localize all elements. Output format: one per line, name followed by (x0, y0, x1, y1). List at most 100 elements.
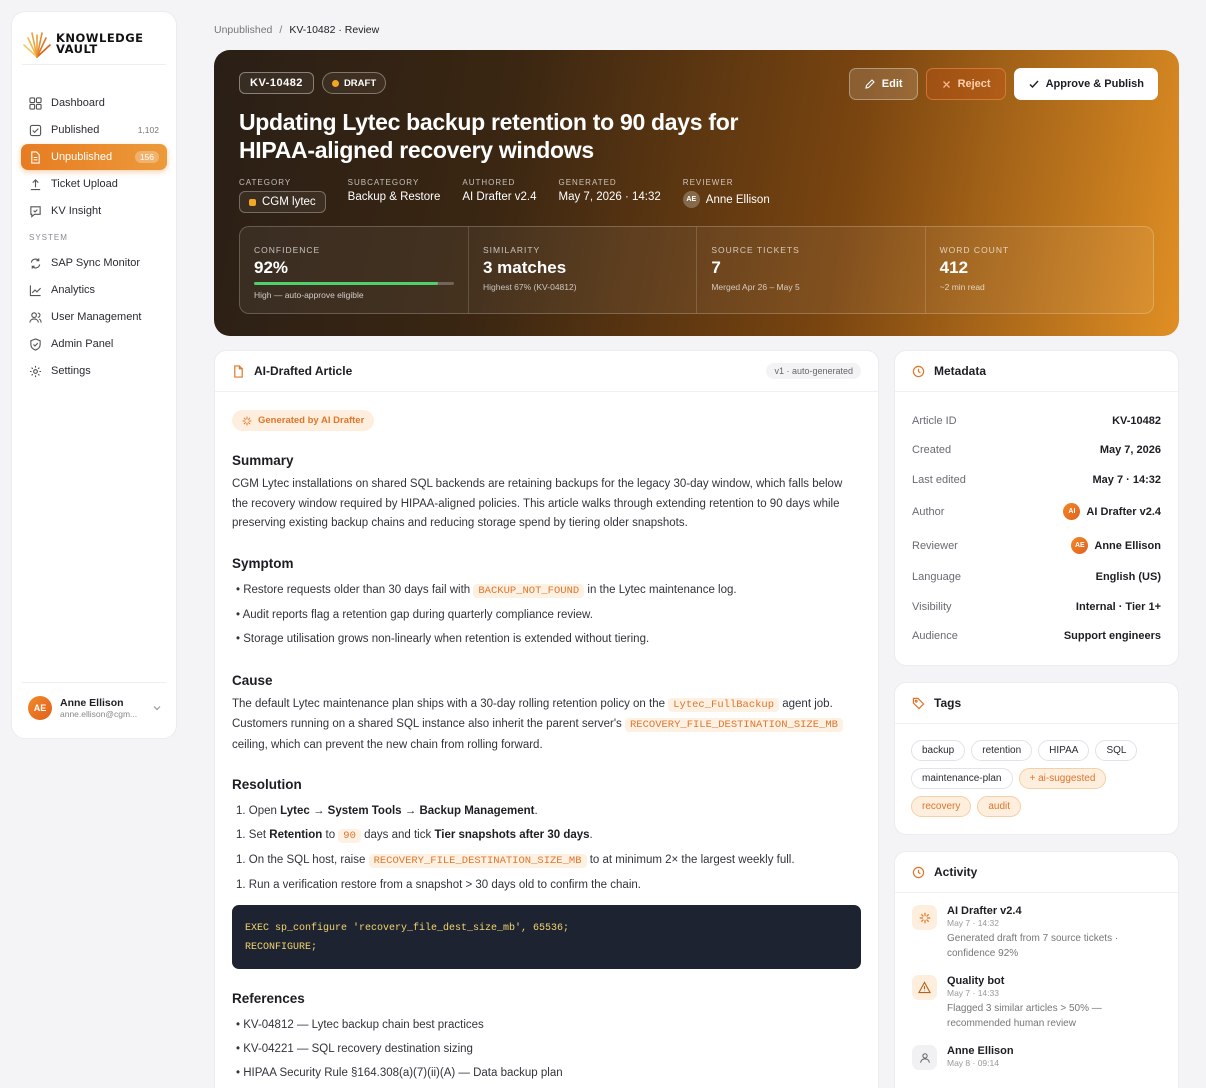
generated-value: May 7, 2026 · 14:32 (558, 191, 661, 203)
nav-item-sap-sync[interactable]: SAP Sync Monitor (21, 250, 167, 276)
progress-fill (254, 282, 438, 285)
document-icon (234, 364, 243, 378)
activity-time: May 7 · 14:32 (947, 918, 999, 928)
nav-item-unpublished[interactable]: Unpublished 156 (21, 144, 167, 170)
stat-sub: Highest 67% (KV-04812) (483, 282, 577, 292)
metadata-row: Language English (US) (912, 563, 1161, 593)
divider (22, 682, 166, 683)
approve-label: Approve & Publish (1045, 78, 1144, 90)
metadata-value: English (US) (1095, 571, 1161, 584)
list-text-bold: Retention (269, 829, 323, 841)
nav-item-published[interactable]: Published 1,102 (21, 117, 167, 143)
tag-chip[interactable]: backup (911, 740, 966, 761)
tag-chip[interactable]: HIPAA (1038, 740, 1090, 761)
breadcrumb: Unpublished / KV-10482 · Review (214, 24, 379, 36)
metadata-row: Visibility Internal · Tier 1+ (912, 592, 1161, 622)
stat-sub: Merged Apr 26 – May 5 (711, 282, 800, 292)
inline-code: BACKUP_NOT_FOUND (473, 583, 585, 598)
nav-item-user-management[interactable]: User Management (21, 304, 167, 330)
nav-section-title: SYSTEM (29, 233, 68, 242)
logo[interactable]: KNOWLEDGE VAULT (22, 26, 167, 62)
metadata-label: Author (912, 505, 945, 518)
reference-item[interactable]: • KV-04221 — SQL recovery destination si… (232, 1037, 861, 1061)
activity-item: AI Drafter v2.4 May 7 · 14:32 Generated … (912, 905, 1161, 961)
tag-chip[interactable]: SQL (1095, 740, 1138, 761)
list-number: 1. (236, 879, 246, 891)
avatar: AE (682, 191, 700, 208)
reference-item[interactable]: • HIPAA Security Rule §164.308(a)(7)(ii)… (232, 1061, 861, 1085)
stat-value: 92% (254, 258, 289, 277)
section-heading: Symptom (232, 555, 294, 571)
edit-button[interactable]: Edit (848, 68, 918, 100)
symptom-list: • Restore requests older than 30 days fa… (232, 578, 861, 651)
stat-label: CONFIDENCE (254, 245, 321, 255)
stat-value: 412 (939, 258, 969, 277)
clock-icon (912, 866, 925, 878)
list-item: 1. On the SQL host, raise RECOVERY_FILE_… (232, 848, 861, 873)
users-icon (29, 311, 42, 323)
metadata-row: Reviewer AE Anne Ellison (912, 529, 1161, 563)
user-info: Anne Ellison anne.ellison@cgm... (60, 697, 144, 719)
code-block[interactable]: EXEC sp_configure 'recovery_file_dest_si… (232, 905, 861, 969)
card-title: Metadata (934, 364, 987, 378)
hero-meta: CATEGORY CGM lytec SUBCATEGORY Backup & … (239, 178, 770, 213)
reject-button[interactable]: Reject (925, 68, 1006, 100)
insight-icon (30, 205, 41, 218)
published-icon (29, 124, 42, 136)
stat-similarity[interactable]: SIMILARITY 3 matches Highest 67% (KV-048… (469, 227, 698, 313)
reference-item[interactable]: • KV-04812 — Lytec backup chain best pra… (232, 1013, 861, 1037)
nav-item-settings[interactable]: Settings (21, 358, 167, 384)
code-line: EXEC sp_configure 'recovery_file_dest_si… (245, 923, 570, 934)
breadcrumb-separator: / (279, 24, 283, 36)
metadata-label: Created (912, 444, 952, 457)
section-heading: Cause (232, 672, 273, 688)
meta-subcategory: SUBCATEGORY Backup & Restore (348, 178, 441, 213)
user-menu[interactable]: AE Anne Ellison anne.ellison@cgm... (28, 696, 162, 720)
nav-label: User Management (51, 311, 142, 323)
list-text: Set (248, 829, 267, 841)
breadcrumb-current: KV-10482 · Review (289, 24, 380, 36)
authored-value: AI Drafter v2.4 (462, 191, 537, 203)
metadata-list: Article ID KV-10482 Created May 7, 2026 La… (895, 392, 1178, 651)
breadcrumb-parent[interactable]: Unpublished (214, 24, 272, 36)
tag-chip[interactable]: maintenance-plan (911, 768, 1013, 789)
metadata-value: Anne Ellison (1094, 539, 1161, 552)
list-text-bold: Tier snapshots after 30 days (434, 829, 590, 841)
list-text: On the SQL host, raise (248, 854, 366, 866)
nav-item-analytics[interactable]: Analytics (21, 277, 167, 303)
list-item: 1. Open Lytec → System Tools → Backup Ma… (232, 799, 861, 823)
activity-time: May 8 · 09:14 (947, 1058, 999, 1068)
cause-part: The default Lytec maintenance plan ships… (232, 697, 666, 710)
upload-icon (30, 178, 41, 190)
status-badge: DRAFT (321, 72, 387, 94)
nav-item-kv-insight[interactable]: KV Insight (21, 198, 167, 224)
nav-item-ticket-upload[interactable]: Ticket Upload (21, 171, 167, 197)
section-heading: References (232, 991, 305, 1006)
code-line: RECONFIGURE; (245, 942, 318, 953)
tag-chip-suggested[interactable]: recovery (911, 796, 972, 817)
stat-source-tickets[interactable]: SOURCE TICKETS 7 Merged Apr 26 – May 5 (697, 227, 926, 313)
activity-card: Activity AI Drafter v2.4 May 7 · 14:32 G… (894, 851, 1179, 1088)
meta-key: GENERATED (558, 178, 617, 187)
nav-item-admin-panel[interactable]: Admin Panel (21, 331, 167, 357)
ai-suggested-tag-button[interactable]: + ai-suggested (1018, 768, 1107, 789)
stat-sub: ~2 min read (939, 282, 985, 292)
tag-chip[interactable]: retention (971, 740, 1033, 761)
category-chip[interactable]: CGM lytec (239, 191, 326, 213)
inline-code: Lytec_FullBackup (668, 697, 780, 712)
user-icon (912, 1045, 937, 1070)
nav-label: KV Insight (51, 205, 102, 217)
metadata-label: Visibility (912, 600, 952, 613)
activity-description: Flagged 3 similar articles > 50% — recom… (947, 1003, 1102, 1029)
activity-item: Quality bot May 7 · 14:33 Flagged 3 simi… (912, 975, 1161, 1031)
card-header: Activity (895, 852, 1178, 893)
nav-label: SAP Sync Monitor (51, 257, 141, 269)
meta-authored: AUTHORED AI Drafter v2.4 (462, 178, 536, 213)
user-name: Anne Ellison (60, 697, 124, 709)
stat-confidence: CONFIDENCE 92% High — auto-approve eligi… (240, 227, 469, 313)
approve-publish-button[interactable]: Approve & Publish (1013, 68, 1158, 100)
nav-item-dashboard[interactable]: Dashboard (21, 90, 167, 116)
nav-count: 156 (134, 151, 159, 163)
stat-word-count: WORD COUNT 412 ~2 min read (926, 227, 1153, 313)
tag-chip-suggested[interactable]: audit (977, 796, 1022, 817)
